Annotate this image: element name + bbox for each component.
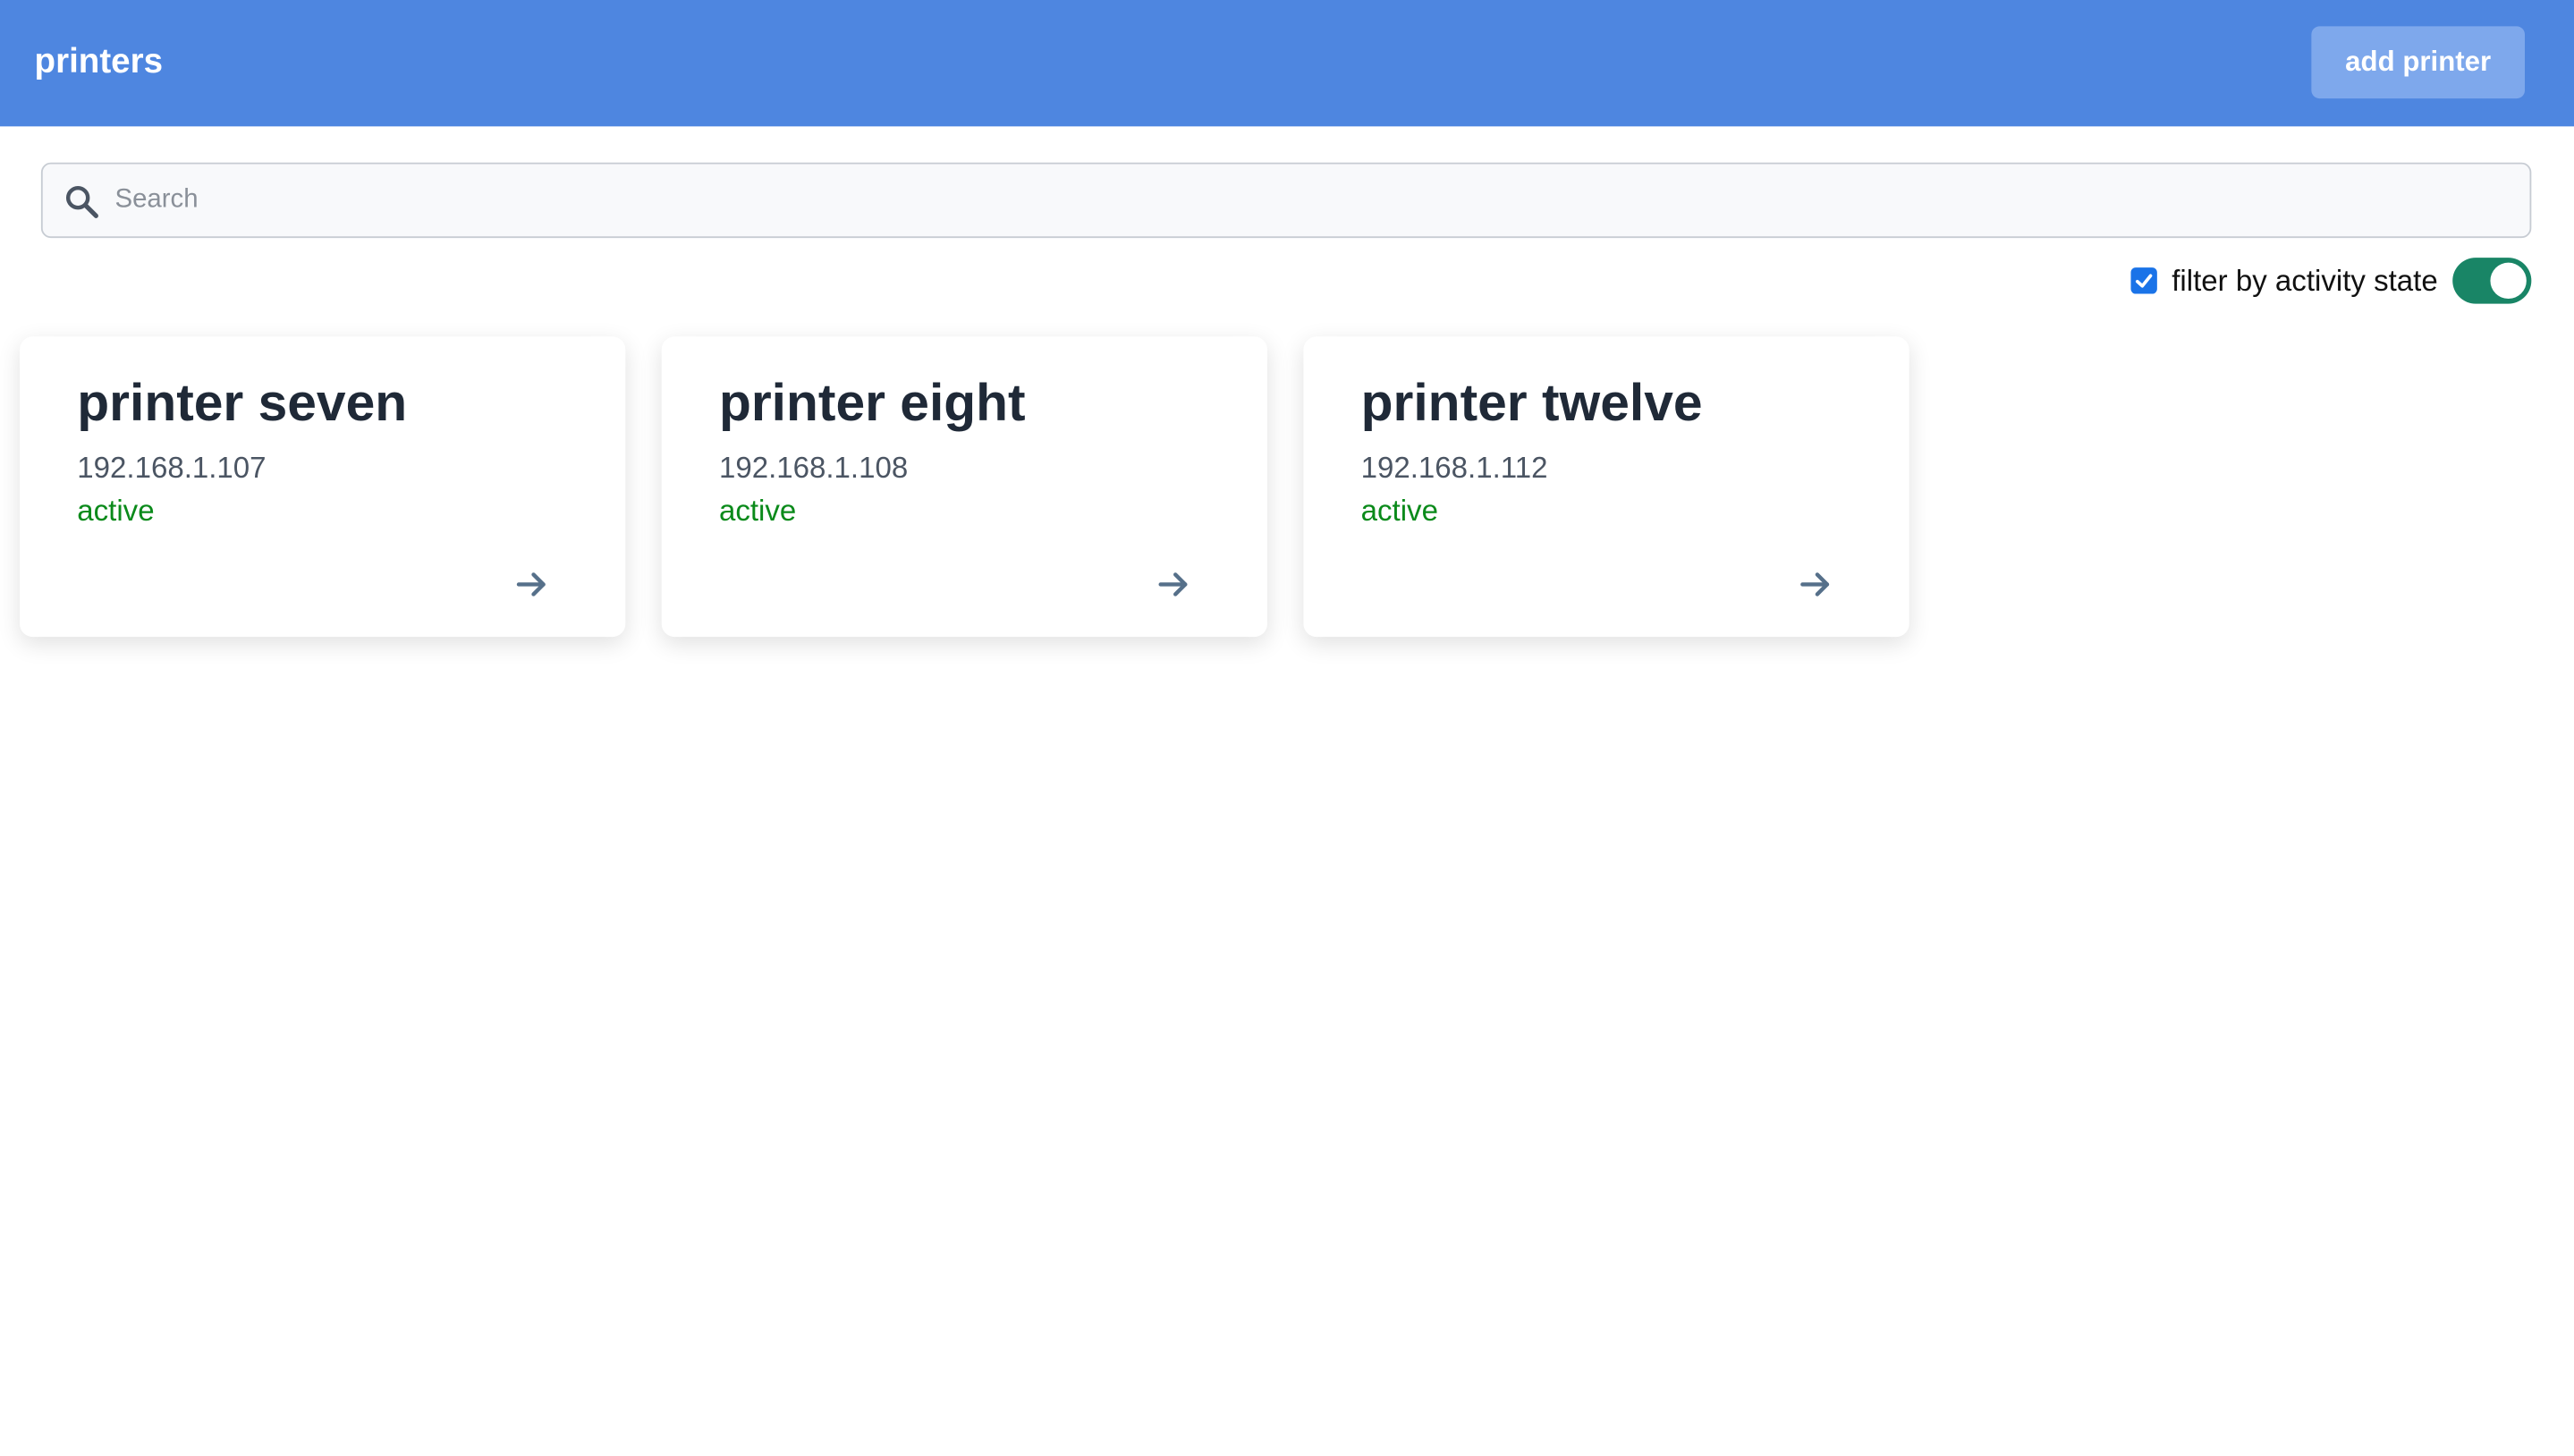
printer-ip: 192.168.1.107 [77, 451, 267, 485]
filter-checkbox[interactable] [2130, 267, 2157, 294]
printer-card-list: printer seven 192.168.1.107 active print… [20, 336, 1909, 638]
search-bar[interactable] [40, 162, 2532, 239]
top-bar: printers add printer [0, 0, 2574, 127]
add-printer-button[interactable]: add printer [2311, 26, 2525, 99]
printer-status: active [718, 494, 797, 528]
app-root: printers add printer filter by activity … [0, 0, 2574, 1456]
printer-ip: 192.168.1.108 [718, 451, 909, 485]
search-icon [64, 184, 100, 220]
page-title: printers [34, 42, 164, 80]
printer-card[interactable]: printer seven 192.168.1.107 active [20, 336, 626, 638]
arrow-right-icon[interactable] [1796, 566, 1835, 602]
toggle-knob [2490, 262, 2527, 300]
printer-name: printer seven [77, 372, 408, 432]
arrow-right-icon[interactable] [512, 566, 552, 602]
printer-name: printer twelve [1360, 372, 1703, 432]
printer-card[interactable]: printer twelve 192.168.1.112 active [1303, 336, 1909, 638]
activity-toggle[interactable] [2452, 258, 2532, 304]
printer-ip: 192.168.1.112 [1360, 451, 1548, 485]
printer-name: printer eight [718, 372, 1026, 432]
filter-label: filter by activity state [2172, 263, 2438, 297]
printer-card[interactable]: printer eight 192.168.1.108 active [661, 336, 1268, 638]
check-icon [2135, 274, 2153, 288]
arrow-right-icon[interactable] [1154, 566, 1193, 602]
search-input[interactable] [114, 164, 2512, 237]
printer-status: active [1360, 494, 1438, 528]
activity-filter: filter by activity state [2130, 258, 2532, 304]
printer-status: active [77, 494, 155, 528]
